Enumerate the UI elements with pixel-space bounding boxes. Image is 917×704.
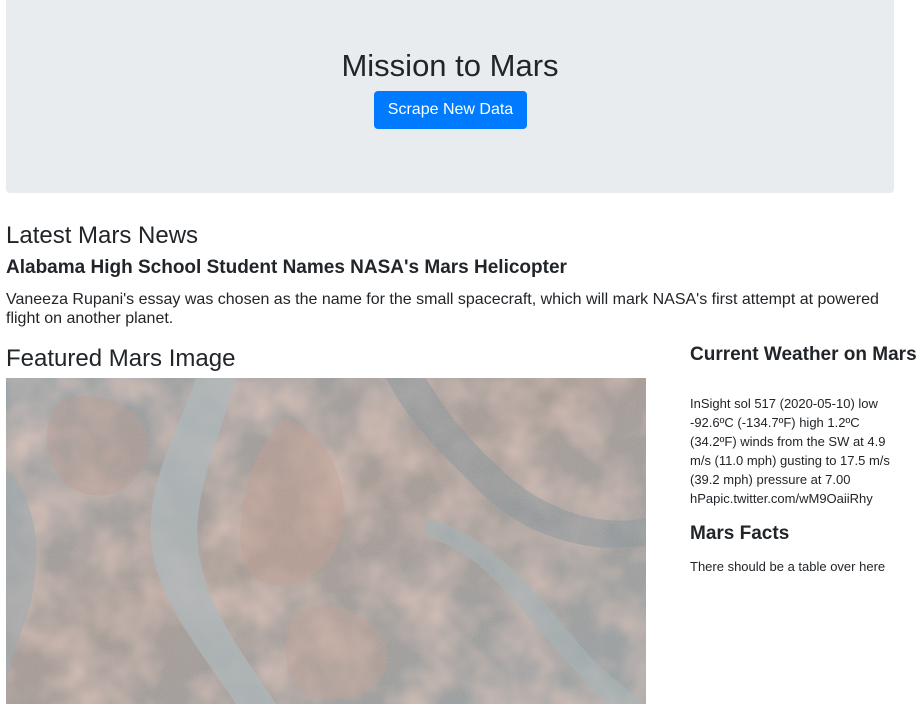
news-paragraph: Vaneeza Rupani's essay was chosen as the… [6,291,879,327]
weather-heading: Current Weather on Mars [690,344,917,365]
weather-report: InSight sol 517 (2020-05-10) low -92.6ºC… [690,396,890,506]
jumbotron: Mission to Mars Scrape New Data [6,0,894,193]
latest-news-heading: Latest Mars News [6,222,199,249]
mars-facts-heading: Mars Facts [690,523,790,544]
featured-mars-image [6,378,646,704]
news-headline: Alabama High School Student Names NASA's… [6,257,567,278]
mars-terrain-image [6,378,646,704]
page-title: Mission to Mars [341,48,559,83]
featured-image-heading: Featured Mars Image [6,345,236,372]
scrape-new-data-button[interactable]: Scrape New Data [374,91,527,129]
mars-facts-placeholder: There should be a table over here [690,559,886,574]
